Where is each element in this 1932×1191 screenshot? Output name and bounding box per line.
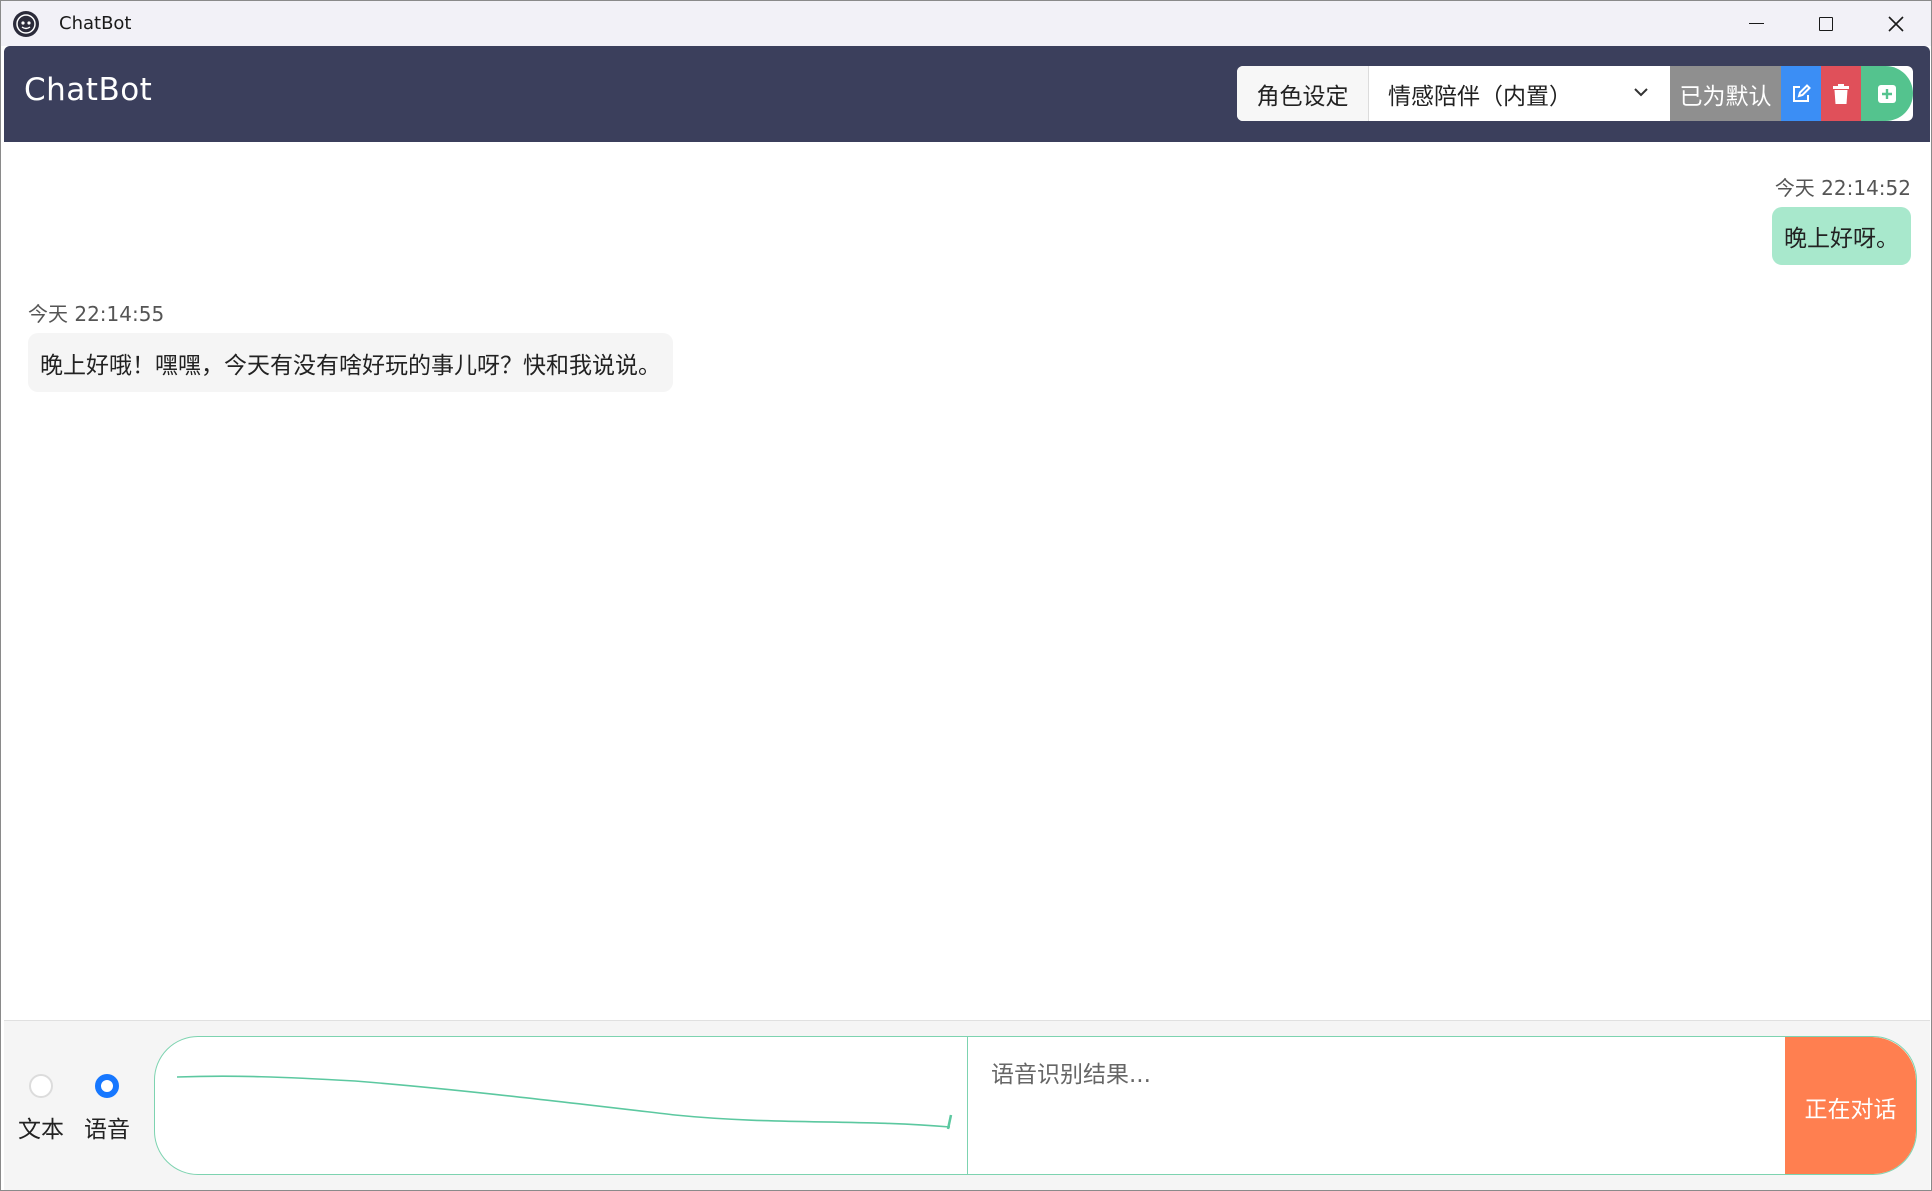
voice-input-box: 语音识别结果... 正在对话 [154, 1036, 1917, 1175]
role-label: 角色设定 [1237, 66, 1369, 121]
role-select[interactable]: 情感陪伴（内置） [1369, 66, 1670, 121]
bot-message-time: 今天 22:14:55 [28, 302, 165, 326]
close-icon [1888, 15, 1904, 32]
mode-text-option[interactable]: 文本 [18, 1074, 64, 1144]
app-window: ChatBot ChatBot 角色设定 情感陪伴（内置） 已为默认 今天 22… [0, 0, 1932, 1191]
talking-button[interactable]: 正在对话 [1785, 1037, 1916, 1174]
minimize-button[interactable] [1721, 1, 1791, 46]
user-message-time: 今天 22:14:52 [1774, 176, 1911, 200]
role-selected-value: 情感陪伴（内置） [1388, 83, 1572, 110]
chevron-down-icon [1634, 88, 1648, 97]
chat-message-list[interactable]: 今天 22:14:52 晚上好呀。 今天 22:14:55 晚上好哦！嘿嘿，今天… [4, 142, 1930, 1020]
set-default-button[interactable]: 已为默认 [1670, 66, 1781, 121]
mode-text-radio[interactable] [29, 1074, 53, 1098]
window-title: ChatBot [59, 13, 132, 34]
maximize-icon [1819, 16, 1833, 31]
mode-text-label: 文本 [18, 1117, 64, 1143]
close-button[interactable] [1861, 1, 1931, 46]
role-settings-group: 角色设定 情感陪伴（内置） 已为默认 [1237, 66, 1913, 121]
input-bar: 文本 语音 语音识别结果... 正在对话 [4, 1020, 1930, 1190]
app-title: ChatBot [24, 72, 153, 108]
asr-result-text[interactable]: 语音识别结果... [991, 1055, 1151, 1089]
voice-waveform [155, 1037, 968, 1174]
maximize-button[interactable] [1791, 1, 1861, 46]
minimize-icon [1748, 22, 1764, 25]
add-role-button[interactable] [1861, 66, 1913, 121]
plus-icon [1878, 84, 1896, 103]
delete-role-button[interactable] [1821, 66, 1861, 121]
mode-voice-label: 语音 [84, 1117, 130, 1143]
edit-role-button[interactable] [1781, 66, 1821, 121]
trash-icon [1833, 83, 1849, 104]
user-message-bubble: 晚上好呀。 [1772, 207, 1911, 265]
chatbot-app-icon [13, 10, 39, 37]
waveform-line [176, 1075, 953, 1130]
edit-icon [1793, 83, 1811, 102]
bot-message-bubble: 晚上好哦！嘿嘿，今天有没有啥好玩的事儿呀？快和我说说。 [28, 333, 673, 392]
app-header: ChatBot 角色设定 情感陪伴（内置） 已为默认 [4, 46, 1930, 142]
mode-voice-option[interactable]: 语音 [84, 1074, 130, 1144]
window-titlebar[interactable]: ChatBot [1, 1, 1931, 46]
mode-voice-radio[interactable] [95, 1074, 119, 1098]
